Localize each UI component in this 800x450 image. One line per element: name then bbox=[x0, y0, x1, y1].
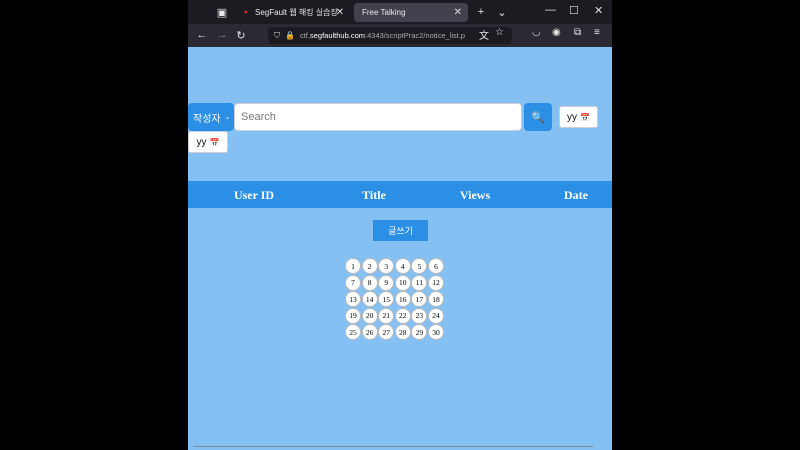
calendar-icon: 📅 bbox=[580, 112, 590, 122]
favicon-icon: ♥ bbox=[244, 9, 248, 16]
page-link[interactable]: 20 bbox=[361, 307, 378, 324]
search-input[interactable]: Search bbox=[234, 103, 522, 131]
tab-label: SegFault 웹 해킹 실습장 bbox=[255, 8, 338, 17]
header-views: Views bbox=[459, 188, 491, 202]
pagination: 1 2 3 4 5 6 7 8 9 10 11 12 13 14 15 16 17 18 19 20 21 22 23 24 2… bbox=[345, 258, 445, 342]
page-link[interactable]: 23 bbox=[411, 307, 428, 324]
page-link[interactable]: 28 bbox=[394, 324, 411, 341]
page-link[interactable]: 5 bbox=[411, 258, 428, 274]
divider bbox=[193, 446, 593, 447]
tab-segfault[interactable]: ♥ SegFault 웹 해킹 실습장 ✕ bbox=[236, 3, 350, 22]
page-link[interactable]: 30 bbox=[428, 324, 444, 341]
page-link[interactable]: 22 bbox=[394, 307, 411, 324]
page-link[interactable]: 1 bbox=[345, 258, 361, 274]
menu-icon[interactable]: ≡ bbox=[594, 27, 600, 38]
page-link[interactable]: 14 bbox=[361, 291, 378, 308]
tab-list-icon[interactable]: ⌄ bbox=[494, 4, 510, 20]
page-link[interactable]: 9 bbox=[378, 274, 395, 291]
url-bar[interactable]: ⛉ 🔒 ctf. segfaulthub.com:4343/scriptPrac2… bbox=[268, 27, 512, 44]
lock-icon: 🔒 bbox=[285, 31, 295, 40]
bookmark-star-icon[interactable]: ☆ bbox=[495, 27, 504, 38]
url-prefix: ctf. bbox=[299, 31, 310, 40]
page-link[interactable]: 21 bbox=[378, 307, 395, 324]
header-date: Date bbox=[564, 188, 588, 202]
date-to-field[interactable]: yy 📅 bbox=[188, 131, 228, 153]
page-link[interactable]: 8 bbox=[361, 274, 378, 291]
search-bar: 작성자 ⌄ Search 🔍 yy 📅 bbox=[188, 103, 612, 131]
url-host: segfaulthub.com bbox=[309, 31, 366, 40]
tab-free-talking[interactable]: Free Talking ✕ bbox=[354, 3, 468, 22]
url-rest: :4343/scriptPrac2/notice_list.p bbox=[365, 31, 466, 40]
pocket-icon[interactable]: ◡ bbox=[532, 27, 541, 38]
shield-icon: ⛉ bbox=[274, 30, 280, 40]
select-value: 작성자 bbox=[193, 113, 221, 125]
page-link[interactable]: 10 bbox=[394, 274, 411, 291]
page-link[interactable]: 25 bbox=[345, 324, 361, 341]
page-link[interactable]: 27 bbox=[378, 324, 395, 341]
table-header: User ID Title Views Date bbox=[188, 181, 612, 208]
forward-icon[interactable]: → bbox=[214, 27, 230, 43]
nav-bar: ← → ↻ ⛉ 🔒 ctf. segfaulthub.com:4343/scrip… bbox=[188, 24, 612, 47]
search-field-select[interactable]: 작성자 ⌄ bbox=[188, 103, 234, 131]
page-link[interactable]: 24 bbox=[428, 307, 444, 324]
date-from-value: yy bbox=[567, 111, 578, 123]
date-from-field[interactable]: yy 📅 bbox=[559, 106, 598, 128]
browser-window: ▣ ♥ SegFault 웹 해킹 실습장 ✕ Free Talking ✕ +… bbox=[188, 0, 612, 450]
page-link[interactable]: 4 bbox=[394, 258, 411, 274]
minimize-icon[interactable]: — bbox=[545, 4, 556, 16]
page-link[interactable]: 29 bbox=[411, 324, 428, 341]
search-button[interactable]: 🔍 bbox=[524, 103, 552, 131]
account-icon[interactable]: ◉ bbox=[552, 27, 561, 38]
page-link[interactable]: 7 bbox=[345, 274, 361, 291]
date-to-value: yy bbox=[196, 136, 207, 148]
search-icon: 🔍 bbox=[531, 111, 545, 124]
close-tab-icon[interactable]: ✕ bbox=[454, 7, 462, 18]
page-link[interactable]: 3 bbox=[378, 258, 395, 274]
page-link[interactable]: 17 bbox=[411, 291, 428, 308]
page-link[interactable]: 18 bbox=[428, 291, 444, 308]
maximize-icon[interactable]: ☐ bbox=[569, 4, 579, 17]
calendar-icon: 📅 bbox=[209, 137, 220, 147]
page-link[interactable]: 19 bbox=[345, 307, 361, 324]
reload-icon[interactable]: ↻ bbox=[233, 27, 249, 43]
new-tab-icon[interactable]: + bbox=[473, 4, 489, 20]
page-link[interactable]: 2 bbox=[361, 258, 378, 274]
tab-overview-icon[interactable]: ▣ bbox=[214, 4, 230, 20]
tab-label: Free Talking bbox=[362, 8, 406, 17]
page-link[interactable]: 16 bbox=[394, 291, 411, 308]
close-window-icon[interactable]: ✕ bbox=[594, 4, 603, 17]
translate-icon[interactable]: 文 bbox=[479, 27, 489, 42]
page-link[interactable]: 11 bbox=[411, 274, 428, 291]
page-link[interactable]: 6 bbox=[428, 258, 444, 274]
extensions-icon[interactable]: ⧉ bbox=[574, 27, 581, 38]
tab-bar: ▣ ♥ SegFault 웹 해킹 실습장 ✕ Free Talking ✕ +… bbox=[188, 0, 612, 24]
header-user-id: User ID bbox=[233, 188, 275, 202]
back-icon[interactable]: ← bbox=[194, 27, 210, 43]
page-link[interactable]: 15 bbox=[378, 291, 395, 308]
write-post-button[interactable]: 글쓰기 bbox=[373, 220, 428, 241]
header-title: Title bbox=[362, 188, 386, 202]
page-link[interactable]: 12 bbox=[428, 274, 444, 291]
chevron-down-icon: ⌄ bbox=[224, 114, 231, 121]
close-tab-icon[interactable]: ✕ bbox=[336, 7, 344, 18]
page-link[interactable]: 13 bbox=[345, 291, 361, 308]
page-link[interactable]: 26 bbox=[361, 324, 378, 341]
